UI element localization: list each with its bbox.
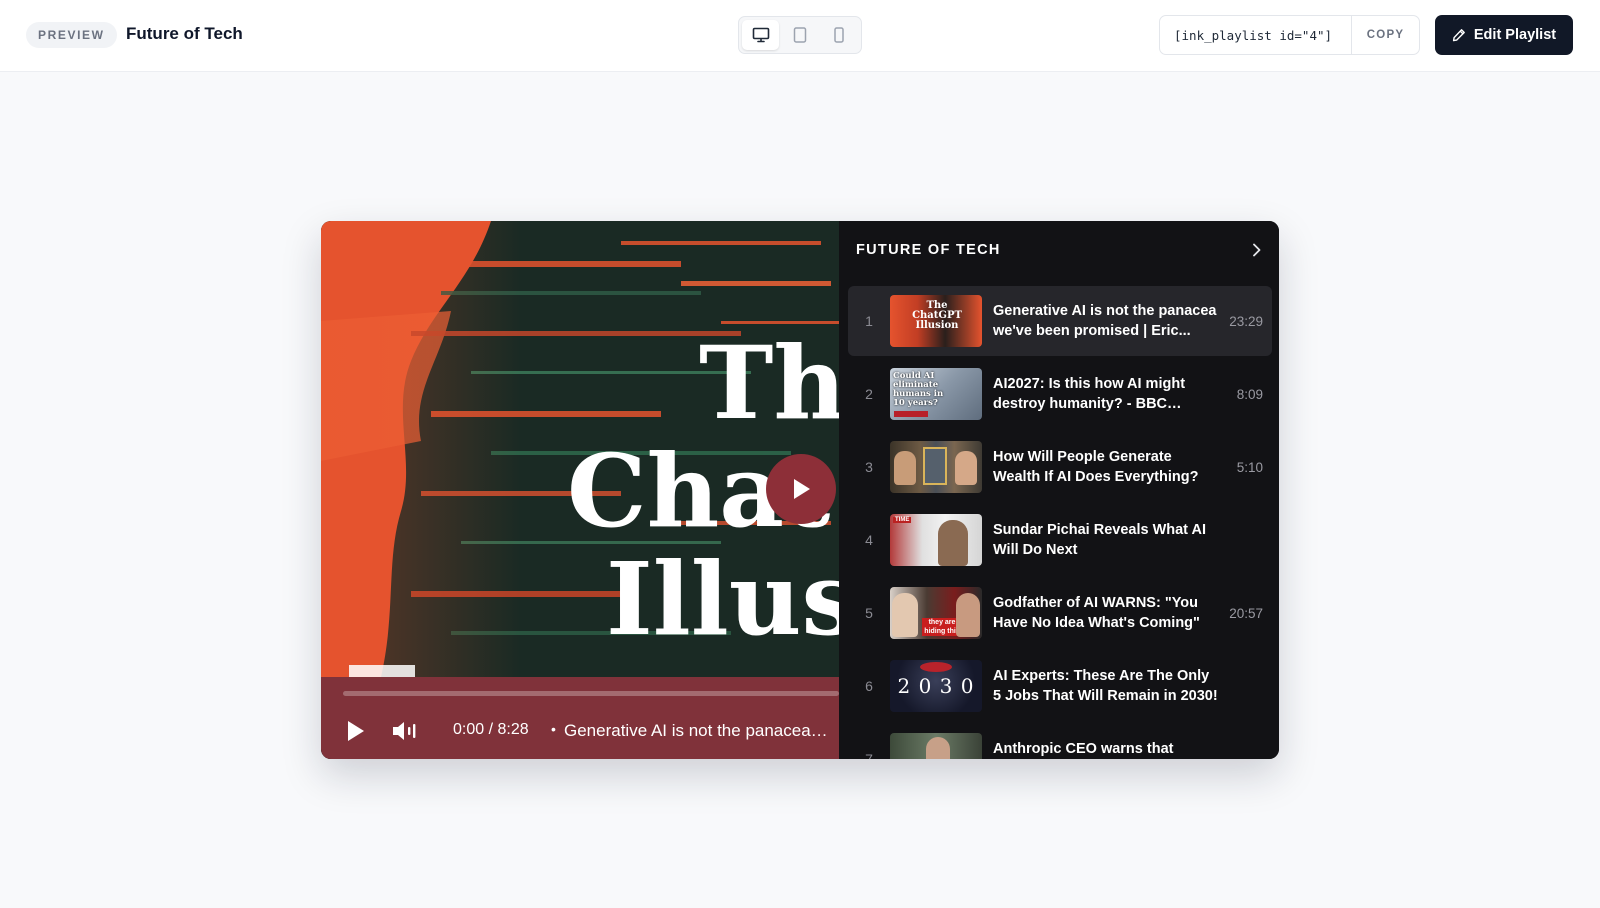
item-title: AI Experts: These Are The Only 5 Jobs Th… — [993, 668, 1218, 704]
item-title: How Will People Generate Wealth If AI Do… — [993, 449, 1199, 485]
volume-icon[interactable] — [391, 719, 419, 743]
item-number: 4 — [865, 532, 873, 548]
video-thumbnail: 2 0 3 0 — [890, 660, 982, 712]
video-art-line-3: Illus — [606, 540, 839, 658]
item-duration: 5:10 — [1236, 459, 1263, 475]
title-separator: • — [551, 721, 556, 737]
item-number: 1 — [865, 313, 873, 329]
shortcode-field[interactable]: [ink_playlist id="4"] COPY — [1159, 15, 1420, 55]
playlist-item[interactable]: 3 How Will People Generate Wealth If AI … — [848, 432, 1272, 502]
pencil-icon — [1452, 29, 1465, 42]
video-thumbnail: TIME — [890, 514, 982, 566]
person-figure — [955, 451, 977, 485]
video-art-line-1: Th — [699, 324, 839, 442]
person-figure — [894, 451, 916, 485]
copy-button[interactable]: COPY — [1351, 16, 1419, 54]
person-figure — [923, 447, 947, 485]
person-figure — [956, 593, 980, 637]
big-play-button[interactable] — [766, 454, 836, 524]
playlist-items: 1 The ChatGPT Illusion Generative AI is … — [848, 286, 1272, 759]
mobile-icon — [834, 27, 845, 43]
chevron-right-icon — [1253, 243, 1261, 257]
item-number: 6 — [865, 678, 873, 694]
news-banner — [894, 411, 928, 417]
video-thumbnail: they are hiding this — [890, 587, 982, 639]
shortcode-text[interactable]: [ink_playlist id="4"] — [1160, 28, 1351, 43]
play-icon — [794, 479, 810, 499]
item-number: 3 — [865, 459, 873, 475]
item-title: Sundar Pichai Reveals What AI Will Do Ne… — [993, 522, 1206, 558]
playlist-panel: FUTURE OF TECH 1 The ChatGPT Illusion Ge… — [839, 221, 1279, 759]
playlist-item[interactable]: 7 Anthropic CEO warns that without — [848, 724, 1272, 759]
device-mobile-button[interactable] — [821, 20, 858, 50]
playlist-player: Th Chat Illus 0:00 / 8:28 • Generative A… — [321, 221, 1279, 759]
video-thumbnail — [890, 441, 982, 493]
progress-bar[interactable] — [343, 691, 839, 696]
video-controls: 0:00 / 8:28 • Generative AI is not the p… — [321, 677, 839, 759]
tablet-icon — [793, 27, 807, 43]
time-display: 0:00 / 8:28 — [453, 721, 529, 738]
playlist-header: FUTURE OF TECH — [856, 221, 1268, 279]
item-duration: 20:57 — [1229, 605, 1263, 621]
playlist-toggle-button[interactable] — [1246, 239, 1268, 261]
item-title: Godfather of AI WARNS: "You Have No Idea… — [993, 595, 1200, 631]
thumbnail-text: The ChatGPT Illusion — [912, 300, 962, 331]
desktop-icon — [752, 27, 769, 43]
video-thumbnail — [890, 733, 982, 759]
playlist-title: FUTURE OF TECH — [856, 242, 1001, 258]
playlist-item[interactable]: 5 they are hiding this Godfather of AI W… — [848, 578, 1272, 648]
item-title: Generative AI is not the panacea we've b… — [993, 303, 1217, 339]
edit-playlist-button[interactable]: Edit Playlist — [1435, 15, 1573, 55]
device-desktop-button[interactable] — [742, 20, 780, 50]
item-number: 7 — [865, 751, 873, 759]
preview-badge: PREVIEW — [26, 22, 117, 48]
item-duration: 23:29 — [1229, 313, 1263, 329]
item-number: 2 — [865, 386, 873, 402]
top-bar: PREVIEW Future of Tech [ink_playlist id=… — [0, 0, 1600, 72]
person-figure — [892, 593, 918, 637]
item-title: Anthropic CEO warns that without — [993, 741, 1174, 757]
play-icon[interactable] — [345, 719, 367, 743]
person-figure — [938, 520, 968, 566]
thumbnail-text: Could AI eliminate humans in 10 years? — [893, 371, 944, 408]
video-thumbnail: Could AI eliminate humans in 10 years? — [890, 368, 982, 420]
video-area[interactable]: Th Chat Illus 0:00 / 8:28 • Generative A… — [321, 221, 839, 759]
page-title: Future of Tech — [126, 24, 243, 43]
device-tablet-button[interactable] — [781, 20, 818, 50]
playlist-item[interactable]: 4 TIME Sundar Pichai Reveals What AI Wil… — [848, 505, 1272, 575]
item-duration: 8:09 — [1236, 386, 1263, 402]
video-thumbnail: The ChatGPT Illusion — [890, 295, 982, 347]
thumbnail-text: TIME — [893, 517, 912, 523]
playlist-item[interactable]: 2 Could AI eliminate humans in 10 years?… — [848, 359, 1272, 429]
item-title: AI2027: Is this how AI might destroy hum… — [993, 376, 1186, 412]
now-playing-title: Generative AI is not the panacea we've b… — [564, 721, 832, 740]
playlist-item[interactable]: 1 The ChatGPT Illusion Generative AI is … — [848, 286, 1272, 356]
edit-playlist-label: Edit Playlist — [1473, 27, 1557, 43]
devil-horns — [920, 662, 952, 672]
item-number: 5 — [865, 605, 873, 621]
person-figure — [926, 737, 950, 759]
device-toggle — [738, 16, 862, 54]
playlist-item[interactable]: 6 2 0 3 0 AI Experts: These Are The Only… — [848, 651, 1272, 721]
thumbnail-text: 2 0 3 0 — [897, 674, 975, 698]
